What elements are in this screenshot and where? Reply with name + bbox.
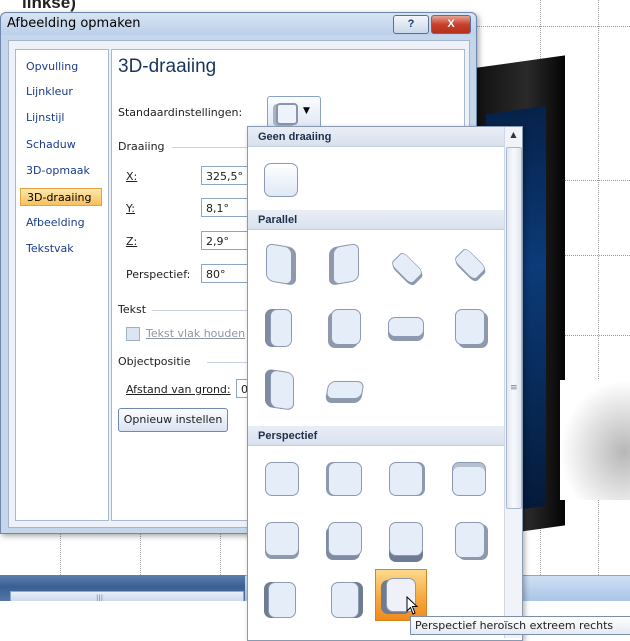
help-button[interactable]: ? <box>393 15 429 34</box>
preset-parallel-4[interactable] <box>447 241 491 285</box>
nav-item-afbeelding[interactable]: Afbeelding <box>20 214 102 232</box>
object-position-group-label: Objectpositie <box>118 355 191 368</box>
y-label: Y: <box>126 202 135 215</box>
panel-heading: 3D-draaiing <box>118 56 217 77</box>
close-button[interactable]: X <box>431 15 471 34</box>
preset-parallel-7[interactable] <box>384 305 428 349</box>
chevron-down-icon: ▼ <box>303 106 310 116</box>
preset-parallel-5[interactable] <box>260 305 304 349</box>
z-rotation-field[interactable]: 2,9° <box>201 231 251 250</box>
keep-text-flat-label: Tekst vlak houden <box>146 327 246 340</box>
preset-parallel-8[interactable] <box>447 305 491 349</box>
preset-tooltip: Perspectief heroïsch extreem rechts <box>410 616 630 635</box>
preset-parallel-1[interactable] <box>260 241 304 286</box>
preset-parallel-6[interactable] <box>323 305 367 349</box>
picture-shadow <box>560 380 630 500</box>
guide-line <box>220 532 221 575</box>
preset-perspective-4[interactable] <box>447 457 491 501</box>
y-rotation-field[interactable]: 8,1° <box>201 198 251 217</box>
nav-item-lijnstijl[interactable]: Lijnstijl <box>20 109 102 127</box>
z-label: Z: <box>126 235 138 248</box>
nav-item-lijnkleur[interactable]: Lijnkleur <box>20 83 102 101</box>
preset-perspective-1[interactable] <box>260 457 304 501</box>
group-divider <box>152 310 252 311</box>
presets-label: Standaardinstellingen: <box>118 106 243 119</box>
reset-button[interactable]: Opnieuw instellen <box>118 408 228 432</box>
preset-perspective-2[interactable] <box>323 457 367 501</box>
nav-item-3d-draaiing[interactable]: 3D-draaiing <box>20 188 102 206</box>
preset-perspective-6[interactable] <box>323 517 367 561</box>
perspective-field[interactable]: 80° <box>201 264 251 283</box>
guide-line <box>470 26 630 27</box>
scroll-grip-icon[interactable]: ||| <box>96 594 116 602</box>
text-group-label: Tekst <box>118 303 147 316</box>
preset-perspective-9[interactable] <box>260 577 304 621</box>
preset-parallel-10[interactable] <box>323 367 367 411</box>
gallery-scroll-thumb[interactable]: ≡ <box>506 147 522 509</box>
preset-parallel-2[interactable] <box>323 241 367 286</box>
guide-line <box>140 532 141 575</box>
preset-perspective-3[interactable] <box>384 457 428 501</box>
preset-perspective-8[interactable] <box>447 517 491 561</box>
category-nav: Opvulling Lijnkleur Lijnstijl Schaduw 3D… <box>15 49 109 521</box>
nav-item-3d-opmaak[interactable]: 3D-opmaak <box>20 162 102 180</box>
group-divider <box>172 147 252 148</box>
x-label: X: <box>126 170 138 183</box>
distance-label: Afstand van grond: <box>126 383 231 396</box>
guide-line <box>60 532 61 575</box>
preset-parallel-3[interactable] <box>384 241 428 285</box>
nav-item-schaduw[interactable]: Schaduw <box>20 136 102 154</box>
preset-no-rotation[interactable] <box>260 159 304 203</box>
preset-perspective-10[interactable] <box>323 577 367 621</box>
keep-text-flat-checkbox[interactable] <box>126 327 140 341</box>
dialog-titlebar[interactable]: Afbeelding opmaken ? X <box>1 13 476 35</box>
section-header-no-rotation: Geen draaiing <box>248 127 504 147</box>
section-header-parallel: Parallel <box>248 210 504 230</box>
rotation-presets-gallery: Geen draaiing Parallel Perspectief ▲ ≡ <box>247 126 523 641</box>
x-rotation-field[interactable]: 325,5° <box>201 166 251 185</box>
presets-dropdown-button[interactable]: ▼ <box>267 96 321 128</box>
perspective-label: Perspectief: <box>126 268 191 281</box>
section-header-perspective: Perspectief <box>248 426 504 446</box>
dialog-title: Afbeelding opmaken <box>7 16 141 31</box>
preset-perspective-7[interactable] <box>384 517 428 561</box>
preset-perspective-5[interactable] <box>260 517 304 561</box>
nav-item-tekstvak[interactable]: Tekstvak <box>20 240 102 258</box>
preset-shape-icon <box>276 103 298 125</box>
preset-parallel-9[interactable] <box>260 367 304 411</box>
scroll-grip-icon: ≡ <box>510 383 518 393</box>
gallery-scrollbar[interactable]: ▲ ≡ <box>504 127 522 638</box>
nav-item-opvulling[interactable]: Opvulling <box>20 58 102 76</box>
mouse-cursor-icon <box>406 596 419 615</box>
scroll-up-arrow-icon[interactable]: ▲ <box>505 127 522 143</box>
rotation-group-label: Draaiing <box>118 140 165 153</box>
